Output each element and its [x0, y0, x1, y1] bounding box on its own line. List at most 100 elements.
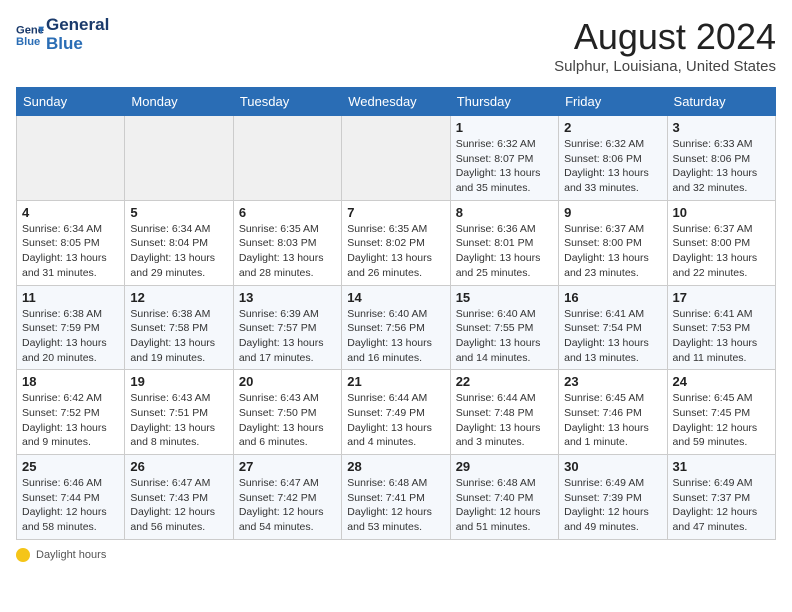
table-row: 29 Sunrise: 6:48 AMSunset: 7:40 PMDayligh…	[450, 455, 558, 540]
table-row	[17, 116, 125, 201]
calendar-week-row: 11Sunrise: 6:38 AMSunset: 7:59 PMDayligh…	[17, 285, 776, 370]
table-row: 16Sunrise: 6:41 AMSunset: 7:54 PMDayligh…	[559, 285, 667, 370]
logo-text-line1: General	[46, 16, 109, 35]
day-number: 11	[22, 290, 119, 305]
table-row: 13Sunrise: 6:39 AMSunset: 7:57 PMDayligh…	[233, 285, 341, 370]
table-row	[342, 116, 450, 201]
day-number: 8	[456, 205, 553, 220]
day-number: 10	[673, 205, 770, 220]
day-info: Sunrise: 6:36 AMSunset: 8:01 PMDaylight:…	[456, 222, 553, 281]
day-info: Sunrise: 6:44 AMSunset: 7:48 PMDaylight:…	[456, 391, 553, 450]
col-saturday: Saturday	[667, 88, 775, 116]
location-subtitle: Sulphur, Louisiana, United States	[554, 58, 776, 75]
table-row: 28Sunrise: 6:48 AMSunset: 7:41 PMDayligh…	[342, 455, 450, 540]
table-row: 2 Sunrise: 6:32 AMSunset: 8:06 PMDaylight…	[559, 116, 667, 201]
day-info: Sunrise: 6:38 AMSunset: 7:58 PMDaylight:…	[130, 307, 227, 366]
day-number: 4	[22, 205, 119, 220]
day-number: 17	[673, 290, 770, 305]
day-info: Sunrise: 6:37 AMSunset: 8:00 PMDaylight:…	[564, 222, 661, 281]
day-number: 19	[130, 374, 227, 389]
page-header: General Blue General Blue August 2024 Su…	[16, 16, 776, 75]
table-row: 8 Sunrise: 6:36 AMSunset: 8:01 PMDaylight…	[450, 200, 558, 285]
table-row: 5Sunrise: 6:34 AMSunset: 8:04 PMDaylight…	[125, 200, 233, 285]
svg-text:General: General	[16, 24, 44, 36]
table-row: 14 Sunrise: 6:40 AMSunset: 7:56 PMDayligh…	[342, 285, 450, 370]
calendar-week-row: 25Sunrise: 6:46 AMSunset: 7:44 PMDayligh…	[17, 455, 776, 540]
day-info: Sunrise: 6:34 AMSunset: 8:05 PMDaylight:…	[22, 222, 119, 281]
table-row: 9Sunrise: 6:37 AMSunset: 8:00 PMDaylight…	[559, 200, 667, 285]
day-number: 22	[456, 374, 553, 389]
day-info: Sunrise: 6:45 AMSunset: 7:46 PMDaylight:…	[564, 391, 661, 450]
col-tuesday: Tuesday	[233, 88, 341, 116]
day-info: Sunrise: 6:45 AMSunset: 7:45 PMDaylight:…	[673, 391, 770, 450]
day-number: 29	[456, 459, 553, 474]
title-block: August 2024 Sulphur, Louisiana, United S…	[554, 16, 776, 75]
day-number: 24	[673, 374, 770, 389]
calendar-week-row: 18 Sunrise: 6:42 AMSunset: 7:52 PMDayligh…	[17, 370, 776, 455]
day-number: 20	[239, 374, 336, 389]
day-info: Sunrise: 6:47 AMSunset: 7:42 PMDaylight:…	[239, 476, 336, 535]
table-row: 4 Sunrise: 6:34 AMSunset: 8:05 PMDaylight…	[17, 200, 125, 285]
day-info: Sunrise: 6:41 AMSunset: 7:53 PMDaylight:…	[673, 307, 770, 366]
day-info: Sunrise: 6:32 AMSunset: 8:07 PMDaylight:…	[456, 137, 553, 196]
table-row: 30 Sunrise: 6:49 AMSunset: 7:39 PMDayligh…	[559, 455, 667, 540]
table-row: 1 Sunrise: 6:32 AMSunset: 8:07 PMDaylight…	[450, 116, 558, 201]
table-row: 27 Sunrise: 6:47 AMSunset: 7:42 PMDayligh…	[233, 455, 341, 540]
col-monday: Monday	[125, 88, 233, 116]
day-number: 23	[564, 374, 661, 389]
day-number: 31	[673, 459, 770, 474]
table-row: 21 Sunrise: 6:44 AMSunset: 7:49 PMDayligh…	[342, 370, 450, 455]
table-row: 15 Sunrise: 6:40 AMSunset: 7:55 PMDayligh…	[450, 285, 558, 370]
day-info: Sunrise: 6:48 AMSunset: 7:40 PMDaylight:…	[456, 476, 553, 535]
table-row: 25Sunrise: 6:46 AMSunset: 7:44 PMDayligh…	[17, 455, 125, 540]
day-number: 18	[22, 374, 119, 389]
table-row: 20 Sunrise: 6:43 AMSunset: 7:50 PMDayligh…	[233, 370, 341, 455]
day-number: 12	[130, 290, 227, 305]
day-number: 2	[564, 120, 661, 135]
sun-icon	[16, 548, 30, 562]
day-number: 30	[564, 459, 661, 474]
day-info: Sunrise: 6:40 AMSunset: 7:55 PMDaylight:…	[456, 307, 553, 366]
calendar-week-row: 4 Sunrise: 6:34 AMSunset: 8:05 PMDaylight…	[17, 200, 776, 285]
day-number: 21	[347, 374, 444, 389]
col-friday: Friday	[559, 88, 667, 116]
day-info: Sunrise: 6:40 AMSunset: 7:56 PMDaylight:…	[347, 307, 444, 366]
table-row: 11Sunrise: 6:38 AMSunset: 7:59 PMDayligh…	[17, 285, 125, 370]
day-info: Sunrise: 6:48 AMSunset: 7:41 PMDaylight:…	[347, 476, 444, 535]
table-row: 23 Sunrise: 6:45 AMSunset: 7:46 PMDayligh…	[559, 370, 667, 455]
footer-note: Daylight hours	[16, 548, 776, 562]
col-sunday: Sunday	[17, 88, 125, 116]
day-info: Sunrise: 6:49 AMSunset: 7:39 PMDaylight:…	[564, 476, 661, 535]
table-row: 22 Sunrise: 6:44 AMSunset: 7:48 PMDayligh…	[450, 370, 558, 455]
day-number: 7	[347, 205, 444, 220]
table-row	[125, 116, 233, 201]
svg-text:Blue: Blue	[16, 35, 40, 47]
col-thursday: Thursday	[450, 88, 558, 116]
day-info: Sunrise: 6:37 AMSunset: 8:00 PMDaylight:…	[673, 222, 770, 281]
day-info: Sunrise: 6:49 AMSunset: 7:37 PMDaylight:…	[673, 476, 770, 535]
day-info: Sunrise: 6:43 AMSunset: 7:51 PMDaylight:…	[130, 391, 227, 450]
day-info: Sunrise: 6:44 AMSunset: 7:49 PMDaylight:…	[347, 391, 444, 450]
month-year-title: August 2024	[554, 16, 776, 58]
table-row: 6Sunrise: 6:35 AMSunset: 8:03 PMDaylight…	[233, 200, 341, 285]
table-row: 7 Sunrise: 6:35 AMSunset: 8:02 PMDaylight…	[342, 200, 450, 285]
day-number: 1	[456, 120, 553, 135]
day-info: Sunrise: 6:43 AMSunset: 7:50 PMDaylight:…	[239, 391, 336, 450]
daylight-label: Daylight hours	[36, 549, 106, 561]
day-info: Sunrise: 6:41 AMSunset: 7:54 PMDaylight:…	[564, 307, 661, 366]
table-row: 31 Sunrise: 6:49 AMSunset: 7:37 PMDayligh…	[667, 455, 775, 540]
table-row: 17 Sunrise: 6:41 AMSunset: 7:53 PMDayligh…	[667, 285, 775, 370]
day-info: Sunrise: 6:35 AMSunset: 8:02 PMDaylight:…	[347, 222, 444, 281]
day-info: Sunrise: 6:42 AMSunset: 7:52 PMDaylight:…	[22, 391, 119, 450]
day-info: Sunrise: 6:35 AMSunset: 8:03 PMDaylight:…	[239, 222, 336, 281]
day-info: Sunrise: 6:46 AMSunset: 7:44 PMDaylight:…	[22, 476, 119, 535]
day-number: 27	[239, 459, 336, 474]
day-info: Sunrise: 6:39 AMSunset: 7:57 PMDaylight:…	[239, 307, 336, 366]
day-info: Sunrise: 6:32 AMSunset: 8:06 PMDaylight:…	[564, 137, 661, 196]
calendar-week-row: 1 Sunrise: 6:32 AMSunset: 8:07 PMDaylight…	[17, 116, 776, 201]
day-number: 14	[347, 290, 444, 305]
day-number: 15	[456, 290, 553, 305]
table-row: 24 Sunrise: 6:45 AMSunset: 7:45 PMDayligh…	[667, 370, 775, 455]
logo-icon: General Blue	[16, 21, 44, 49]
table-row: 12 Sunrise: 6:38 AMSunset: 7:58 PMDayligh…	[125, 285, 233, 370]
